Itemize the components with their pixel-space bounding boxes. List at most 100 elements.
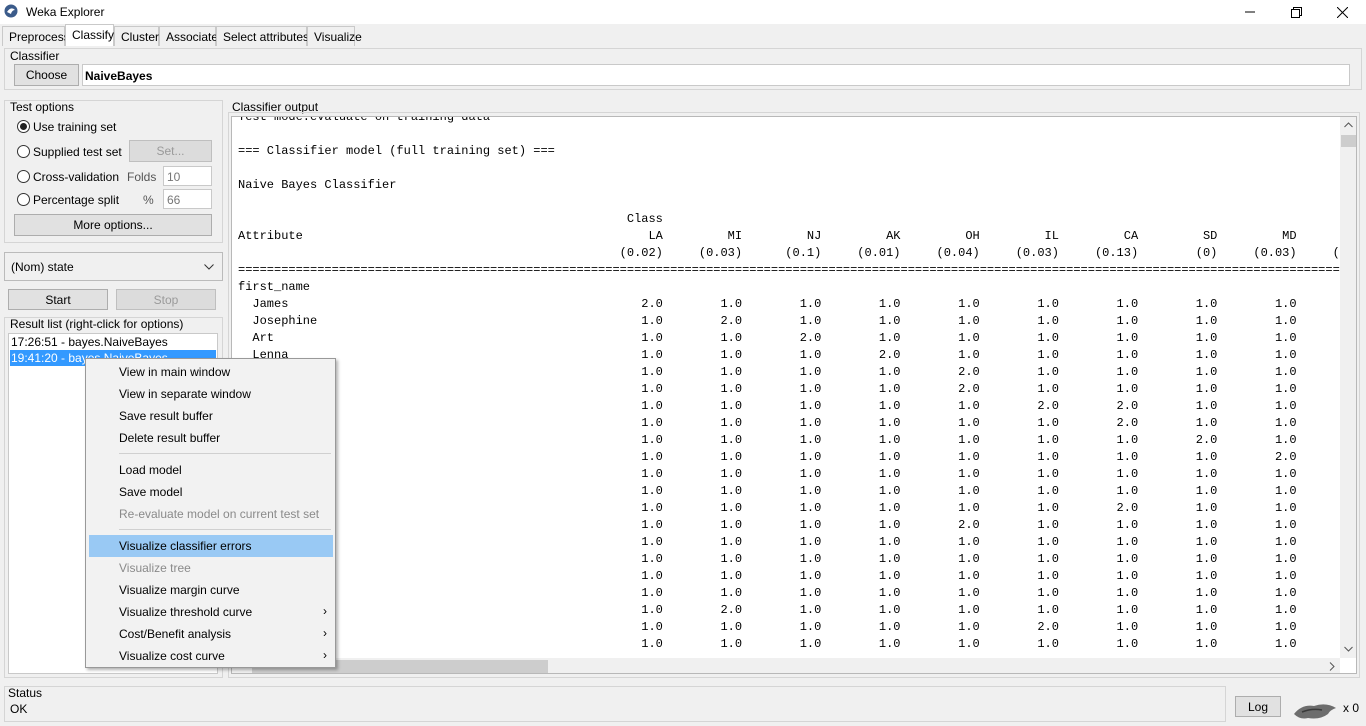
output-line: 1.0 1.0 1.0 1.0 1.0 1.0 2.0 1.0 1.0 1.0	[238, 501, 1340, 515]
output-line: 1.0 1.0 1.0 1.0 1.0 1.0 2.0 1.0 1.0 1.0	[238, 416, 1340, 430]
menu-item-label: Visualize cost curve	[119, 649, 225, 663]
minimize-button[interactable]	[1227, 0, 1273, 24]
menu-item[interactable]: Load model	[89, 459, 333, 481]
percent-label: %	[143, 193, 154, 207]
chevron-down-icon	[204, 264, 214, 270]
menu-separator	[119, 529, 331, 530]
tab-visualize[interactable]: Visualize	[307, 26, 362, 46]
output-line: (0.02) (0.03) (0.1) (0.01) (0.04) (0.03)…	[238, 246, 1340, 260]
close-icon	[1336, 6, 1348, 18]
output-line: 1.0 1.0 1.0 1.0 1.0 1.0 1.0 1.0 1.0 1.0	[238, 586, 1340, 600]
vertical-scrollbar[interactable]	[1340, 117, 1356, 658]
scroll-up-icon[interactable]	[1344, 122, 1353, 128]
status-group	[4, 686, 1226, 722]
folds-label: Folds	[127, 170, 157, 184]
title-bar: Weka Explorer	[0, 0, 1366, 24]
menu-item[interactable]: Save model	[89, 481, 333, 503]
weka-app-icon	[4, 4, 18, 18]
menu-item[interactable]: Cost/Benefit analysis ›	[89, 623, 333, 645]
stop-button[interactable]: Stop	[116, 289, 216, 310]
class-attribute-select[interactable]: (Nom) state	[4, 252, 223, 281]
output-line: 1.0 1.0 1.0 1.0 1.0 2.0 2.0 1.0 1.0 1.0	[238, 399, 1340, 413]
menu-separator	[119, 453, 331, 454]
output-line: Art 1.0 1.0 2.0 1.0 1.0 1.0 1.0 1.0 1.0 …	[238, 331, 1340, 345]
output-line: 1.0 1.0 1.0 1.0 1.0 1.0 1.0 1.0 1.0 2.0	[238, 467, 1340, 481]
menu-item-label: Visualize threshold curve	[119, 605, 253, 619]
folds-input[interactable]: 10	[163, 166, 212, 186]
classifier-output-text: Test mode:evaluate on training data === C…	[232, 117, 1340, 657]
tab-bar: Preprocess Classify Cluster Associate Se…	[0, 24, 1366, 46]
output-line: Josephine 1.0 2.0 1.0 1.0 1.0 1.0 1.0 1.…	[238, 314, 1340, 328]
menu-item-label: Cost/Benefit analysis	[119, 627, 232, 641]
menu-item[interactable]: Visualize cost curve ›	[89, 645, 333, 667]
supplied-test-set-label: Supplied test set	[33, 145, 122, 159]
result-context-menu: View in main window View in separate wind…	[85, 358, 336, 668]
menu-item-label: Save result buffer	[119, 409, 213, 423]
menu-item[interactable]: Visualize classifier errors	[89, 535, 333, 557]
menu-item[interactable]: View in main window	[89, 361, 333, 383]
output-line: Naive Bayes Classifier	[238, 178, 397, 192]
scroll-down-icon[interactable]	[1344, 646, 1353, 652]
vertical-scroll-thumb[interactable]	[1341, 135, 1356, 147]
class-attribute-value: (Nom) state	[11, 260, 74, 274]
menu-item[interactable]: Delete result buffer	[89, 427, 333, 449]
test-options-label: Test options	[10, 100, 75, 114]
output-line: 1.0 1.0 1.0 1.0 2.0 1.0 1.0 1.0 1.0 1.0	[238, 365, 1340, 379]
menu-item[interactable]: View in separate window	[89, 383, 333, 405]
output-line: 1.0 1.0 1.0 1.0 1.0 2.0 1.0 1.0 1.0 1.0	[238, 620, 1340, 634]
menu-item-label: Visualize margin curve	[119, 583, 240, 597]
output-line: === Classifier model (full training set)…	[238, 144, 555, 158]
output-line: 1.0 1.0 1.0 1.0 1.0 1.0 1.0 1.0 1.0 1.0	[238, 569, 1340, 583]
start-button[interactable]: Start	[8, 289, 108, 310]
classifier-output-area[interactable]: Test mode:evaluate on training data === C…	[231, 116, 1357, 674]
status-text: OK	[10, 702, 28, 716]
output-line: 1.0 1.0 1.0 1.0 2.0 1.0 1.0 1.0 1.0 1.0	[238, 382, 1340, 396]
close-button[interactable]	[1319, 0, 1365, 24]
use-training-set-label: Use training set	[33, 120, 117, 134]
menu-item-label: Re-evaluate model on current test set	[119, 507, 320, 521]
menu-item[interactable]: Visualize threshold curve ›	[89, 601, 333, 623]
menu-item-label: Delete result buffer	[119, 431, 221, 445]
tab-cluster[interactable]: Cluster	[114, 26, 159, 46]
tab-associate[interactable]: Associate	[159, 26, 218, 46]
scroll-right-icon[interactable]	[1329, 662, 1335, 671]
percentage-input[interactable]: 66	[163, 189, 212, 209]
supplied-test-set-radio[interactable]	[17, 145, 30, 158]
log-button[interactable]: Log	[1235, 696, 1281, 717]
tab-preprocess[interactable]: Preprocess	[2, 26, 70, 46]
submenu-arrow-icon: ›	[323, 604, 327, 618]
tab-select-attributes[interactable]: Select attributes	[216, 26, 309, 46]
more-options-button[interactable]: More options...	[14, 214, 212, 236]
output-line: James 2.0 1.0 1.0 1.0 1.0 1.0 1.0 1.0 1.…	[238, 297, 1340, 311]
tab-classify[interactable]: Classify	[65, 24, 114, 46]
cross-validation-radio[interactable]	[17, 170, 30, 183]
menu-item[interactable]: Save result buffer	[89, 405, 333, 427]
output-line: Lenna 1.0 1.0 1.0 2.0 1.0 1.0 1.0 1.0 1.…	[238, 348, 1340, 362]
output-line: ========================================…	[238, 263, 1340, 277]
use-training-set-radio[interactable]	[17, 120, 30, 133]
minimize-icon	[1245, 11, 1255, 13]
output-line: first_name	[238, 280, 311, 294]
menu-item[interactable]: Visualize margin curve	[89, 579, 333, 601]
maximize-button[interactable]	[1273, 0, 1319, 24]
horizontal-scrollbar[interactable]	[232, 658, 1340, 673]
status-label: Status	[8, 686, 43, 700]
percentage-split-radio[interactable]	[17, 193, 30, 206]
classifier-label: Classifier	[10, 49, 60, 63]
menu-item-label: Save model	[119, 485, 183, 499]
task-count: x 0	[1343, 701, 1360, 715]
result-item[interactable]: 17:26:51 - bayes.NaiveBayes	[10, 334, 216, 350]
result-list-label: Result list (right-click for options)	[10, 317, 184, 331]
weka-bird-icon	[1294, 704, 1336, 719]
menu-item-label: View in main window	[119, 365, 231, 379]
menu-item-label: Load model	[119, 463, 182, 477]
output-line: 1.0 2.0 1.0 1.0 1.0 1.0 1.0 1.0 1.0 1.0	[238, 603, 1340, 617]
classifier-name-field[interactable]: NaiveBayes	[82, 64, 1350, 86]
submenu-arrow-icon: ›	[323, 626, 327, 640]
set-button[interactable]: Set...	[129, 140, 212, 162]
menu-item-label: Visualize classifier errors	[119, 539, 252, 553]
output-line: Class	[238, 212, 663, 226]
window-title: Weka Explorer	[26, 5, 105, 19]
percentage-split-label: Percentage split	[33, 193, 120, 207]
choose-button[interactable]: Choose	[14, 64, 79, 86]
